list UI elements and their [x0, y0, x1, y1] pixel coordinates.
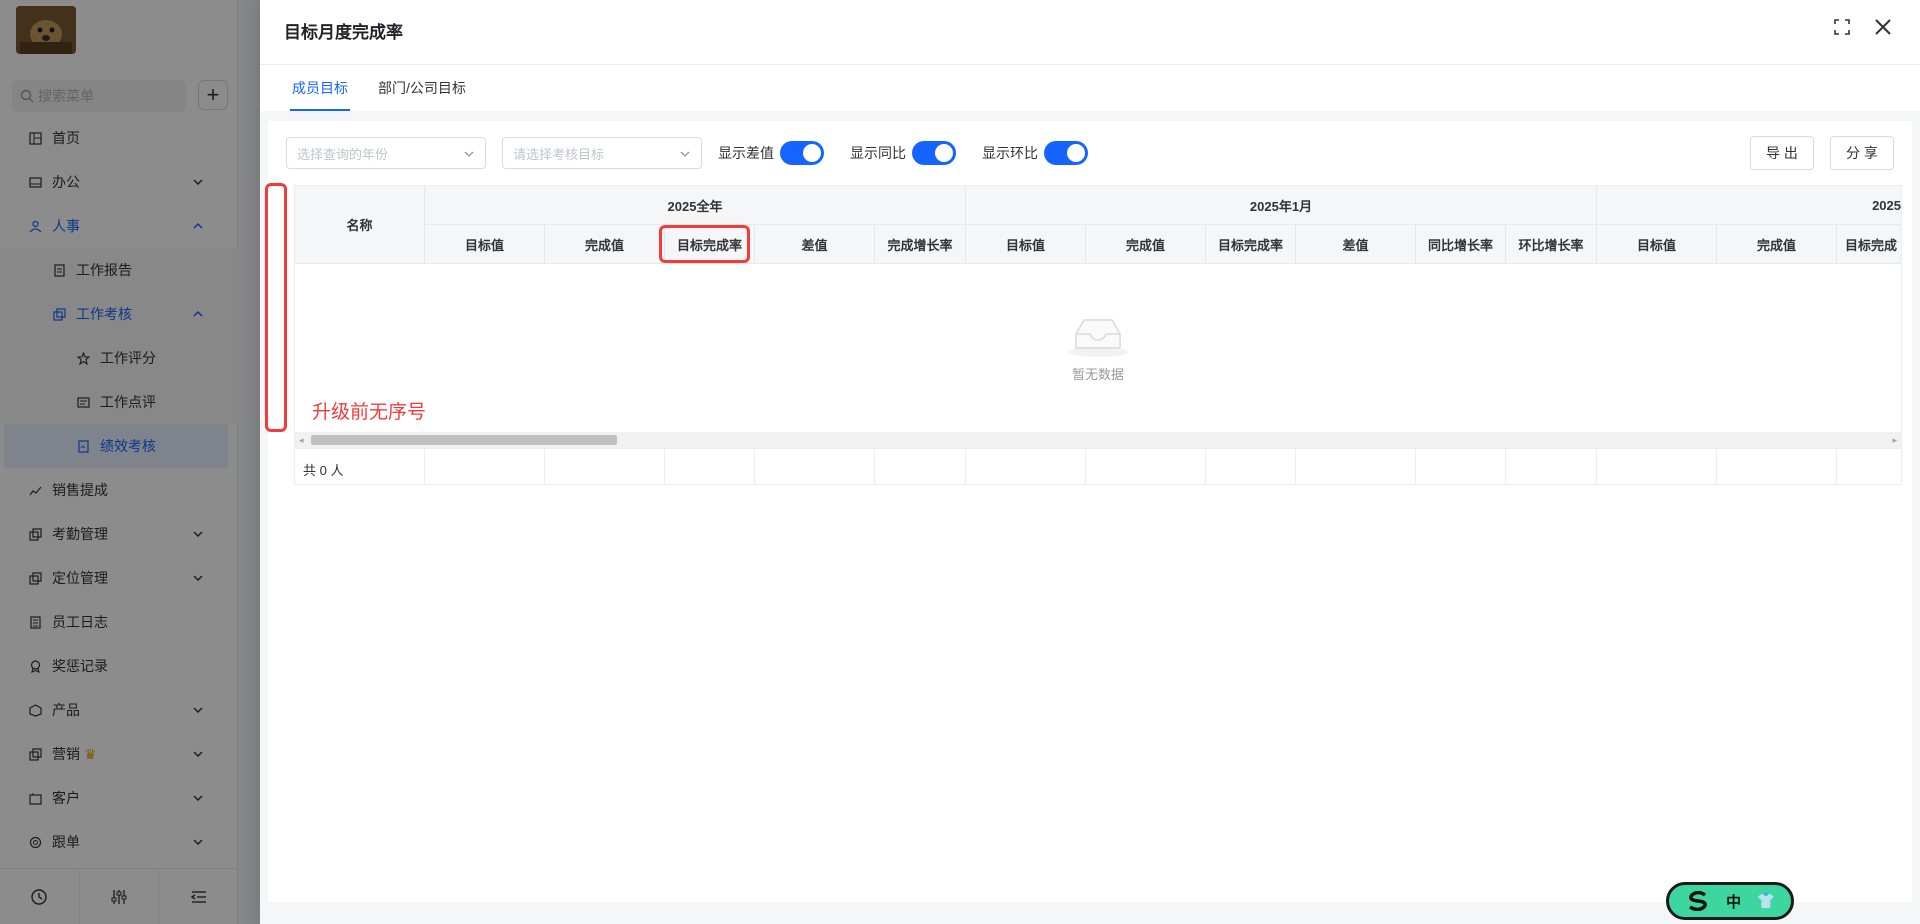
footer-cell: [1837, 448, 1901, 484]
chevron-down-icon: [680, 151, 690, 157]
annotation-box-completion-rate: [659, 225, 750, 263]
table-header: 名称 2025全年 2025年1月 2025 目标值 完成值 目标完成率 差值 …: [295, 186, 1901, 264]
footer-cell: [425, 448, 545, 484]
column-header[interactable]: 名称: [295, 186, 425, 264]
table-footer: 共 0 人: [295, 448, 1901, 484]
footer-cell: [1086, 448, 1206, 484]
scroll-left-icon[interactable]: ◂: [299, 435, 304, 446]
annotation-box-index-column: [265, 183, 287, 432]
column-group-header: 2025: [1597, 186, 1901, 225]
empty-state: 暂无数据: [295, 264, 1901, 432]
chevron-down-icon: [464, 151, 474, 157]
export-button[interactable]: 导 出: [1750, 136, 1814, 170]
column-group-header: 2025全年: [425, 186, 966, 225]
toggle-show-mom: 显示环比: [982, 141, 1088, 165]
scrollbar-thumb[interactable]: [311, 435, 617, 445]
toggle-show-yoy: 显示同比: [850, 141, 956, 165]
show-yoy-switch[interactable]: [912, 141, 956, 165]
footer-cell: [875, 448, 966, 484]
column-header[interactable]: 目标值: [425, 225, 545, 264]
column-header[interactable]: 目标值: [966, 225, 1086, 264]
footer-cell: [545, 448, 665, 484]
toggle-label: 显示环比: [982, 145, 1038, 161]
footer-cell: [1597, 448, 1717, 484]
goal-completion-modal: 目标月度完成率 成员目标 部门/公司目标 选择查询的年份 请选择考核目标 显示差…: [260, 0, 1920, 924]
content-panel: 选择查询的年份 请选择考核目标 显示差值 显示同比 显示环比 导 出 分 享 名…: [268, 121, 1912, 902]
column-header[interactable]: 差值: [755, 225, 875, 264]
column-header[interactable]: 目标完成率: [1206, 225, 1296, 264]
empty-text: 暂无数据: [1071, 366, 1124, 382]
goal-select-placeholder: 请选择考核目标: [513, 146, 605, 162]
column-header[interactable]: 完成增长率: [875, 225, 966, 264]
footer-cell: [1506, 448, 1597, 484]
modal-title: 目标月度完成率: [284, 23, 403, 42]
column-header[interactable]: 目标值: [1597, 225, 1717, 264]
share-button[interactable]: 分 享: [1830, 136, 1894, 170]
tab-member-goals[interactable]: 成员目标: [284, 65, 356, 111]
annotation-note: 升级前无序号: [312, 402, 427, 423]
modal-overlay[interactable]: [0, 0, 260, 924]
year-select-placeholder: 选择查询的年份: [297, 146, 389, 162]
footer-cell: [1206, 448, 1296, 484]
s-logo-icon: [1688, 891, 1707, 911]
tab-department-goals[interactable]: 部门/公司目标: [370, 65, 474, 111]
toggle-label: 显示差值: [718, 145, 774, 161]
goal-table: 名称 2025全年 2025年1月 2025 目标值 完成值 目标完成率 差值 …: [294, 185, 1902, 485]
year-select[interactable]: 选择查询的年份: [286, 137, 486, 169]
column-header[interactable]: 完成值: [545, 225, 665, 264]
footer-cell: [755, 448, 875, 484]
close-icon[interactable]: [1874, 18, 1892, 36]
empty-inbox-icon: [1068, 318, 1128, 357]
column-header[interactable]: 同比增长率: [1416, 225, 1506, 264]
goal-select[interactable]: 请选择考核目标: [502, 137, 702, 169]
scroll-right-icon[interactable]: ▸: [1892, 435, 1897, 446]
toggle-label: 显示同比: [850, 145, 906, 161]
toggle-show-diff: 显示差值: [718, 141, 824, 165]
column-header[interactable]: 完成值: [1086, 225, 1206, 264]
show-mom-switch[interactable]: [1044, 141, 1088, 165]
footer-cell: [1717, 448, 1837, 484]
column-header[interactable]: 差值: [1296, 225, 1416, 264]
column-header[interactable]: 完成值: [1717, 225, 1837, 264]
column-header[interactable]: 目标完成: [1837, 225, 1901, 264]
shirt-icon: 👕: [1756, 893, 1776, 910]
show-diff-switch[interactable]: [780, 141, 824, 165]
column-group-header: 2025年1月: [966, 186, 1597, 225]
floating-ime-widget[interactable]: 中 👕: [1666, 882, 1794, 920]
ime-mode: 中: [1726, 893, 1742, 911]
footer-cell: [1296, 448, 1416, 484]
footer-cell: [966, 448, 1086, 484]
footer-cell: [1416, 448, 1506, 484]
divider: [260, 64, 1920, 65]
horizontal-scrollbar[interactable]: ◂ ▸: [295, 432, 1901, 448]
fullscreen-icon[interactable]: [1834, 19, 1850, 35]
tab-bar: 成员目标 部门/公司目标: [284, 65, 488, 111]
footer-cell: [665, 448, 755, 484]
footer-total: 共 0 人: [303, 463, 344, 478]
column-header[interactable]: 环比增长率: [1506, 225, 1597, 264]
footer-cell: 共 0 人: [295, 448, 425, 484]
